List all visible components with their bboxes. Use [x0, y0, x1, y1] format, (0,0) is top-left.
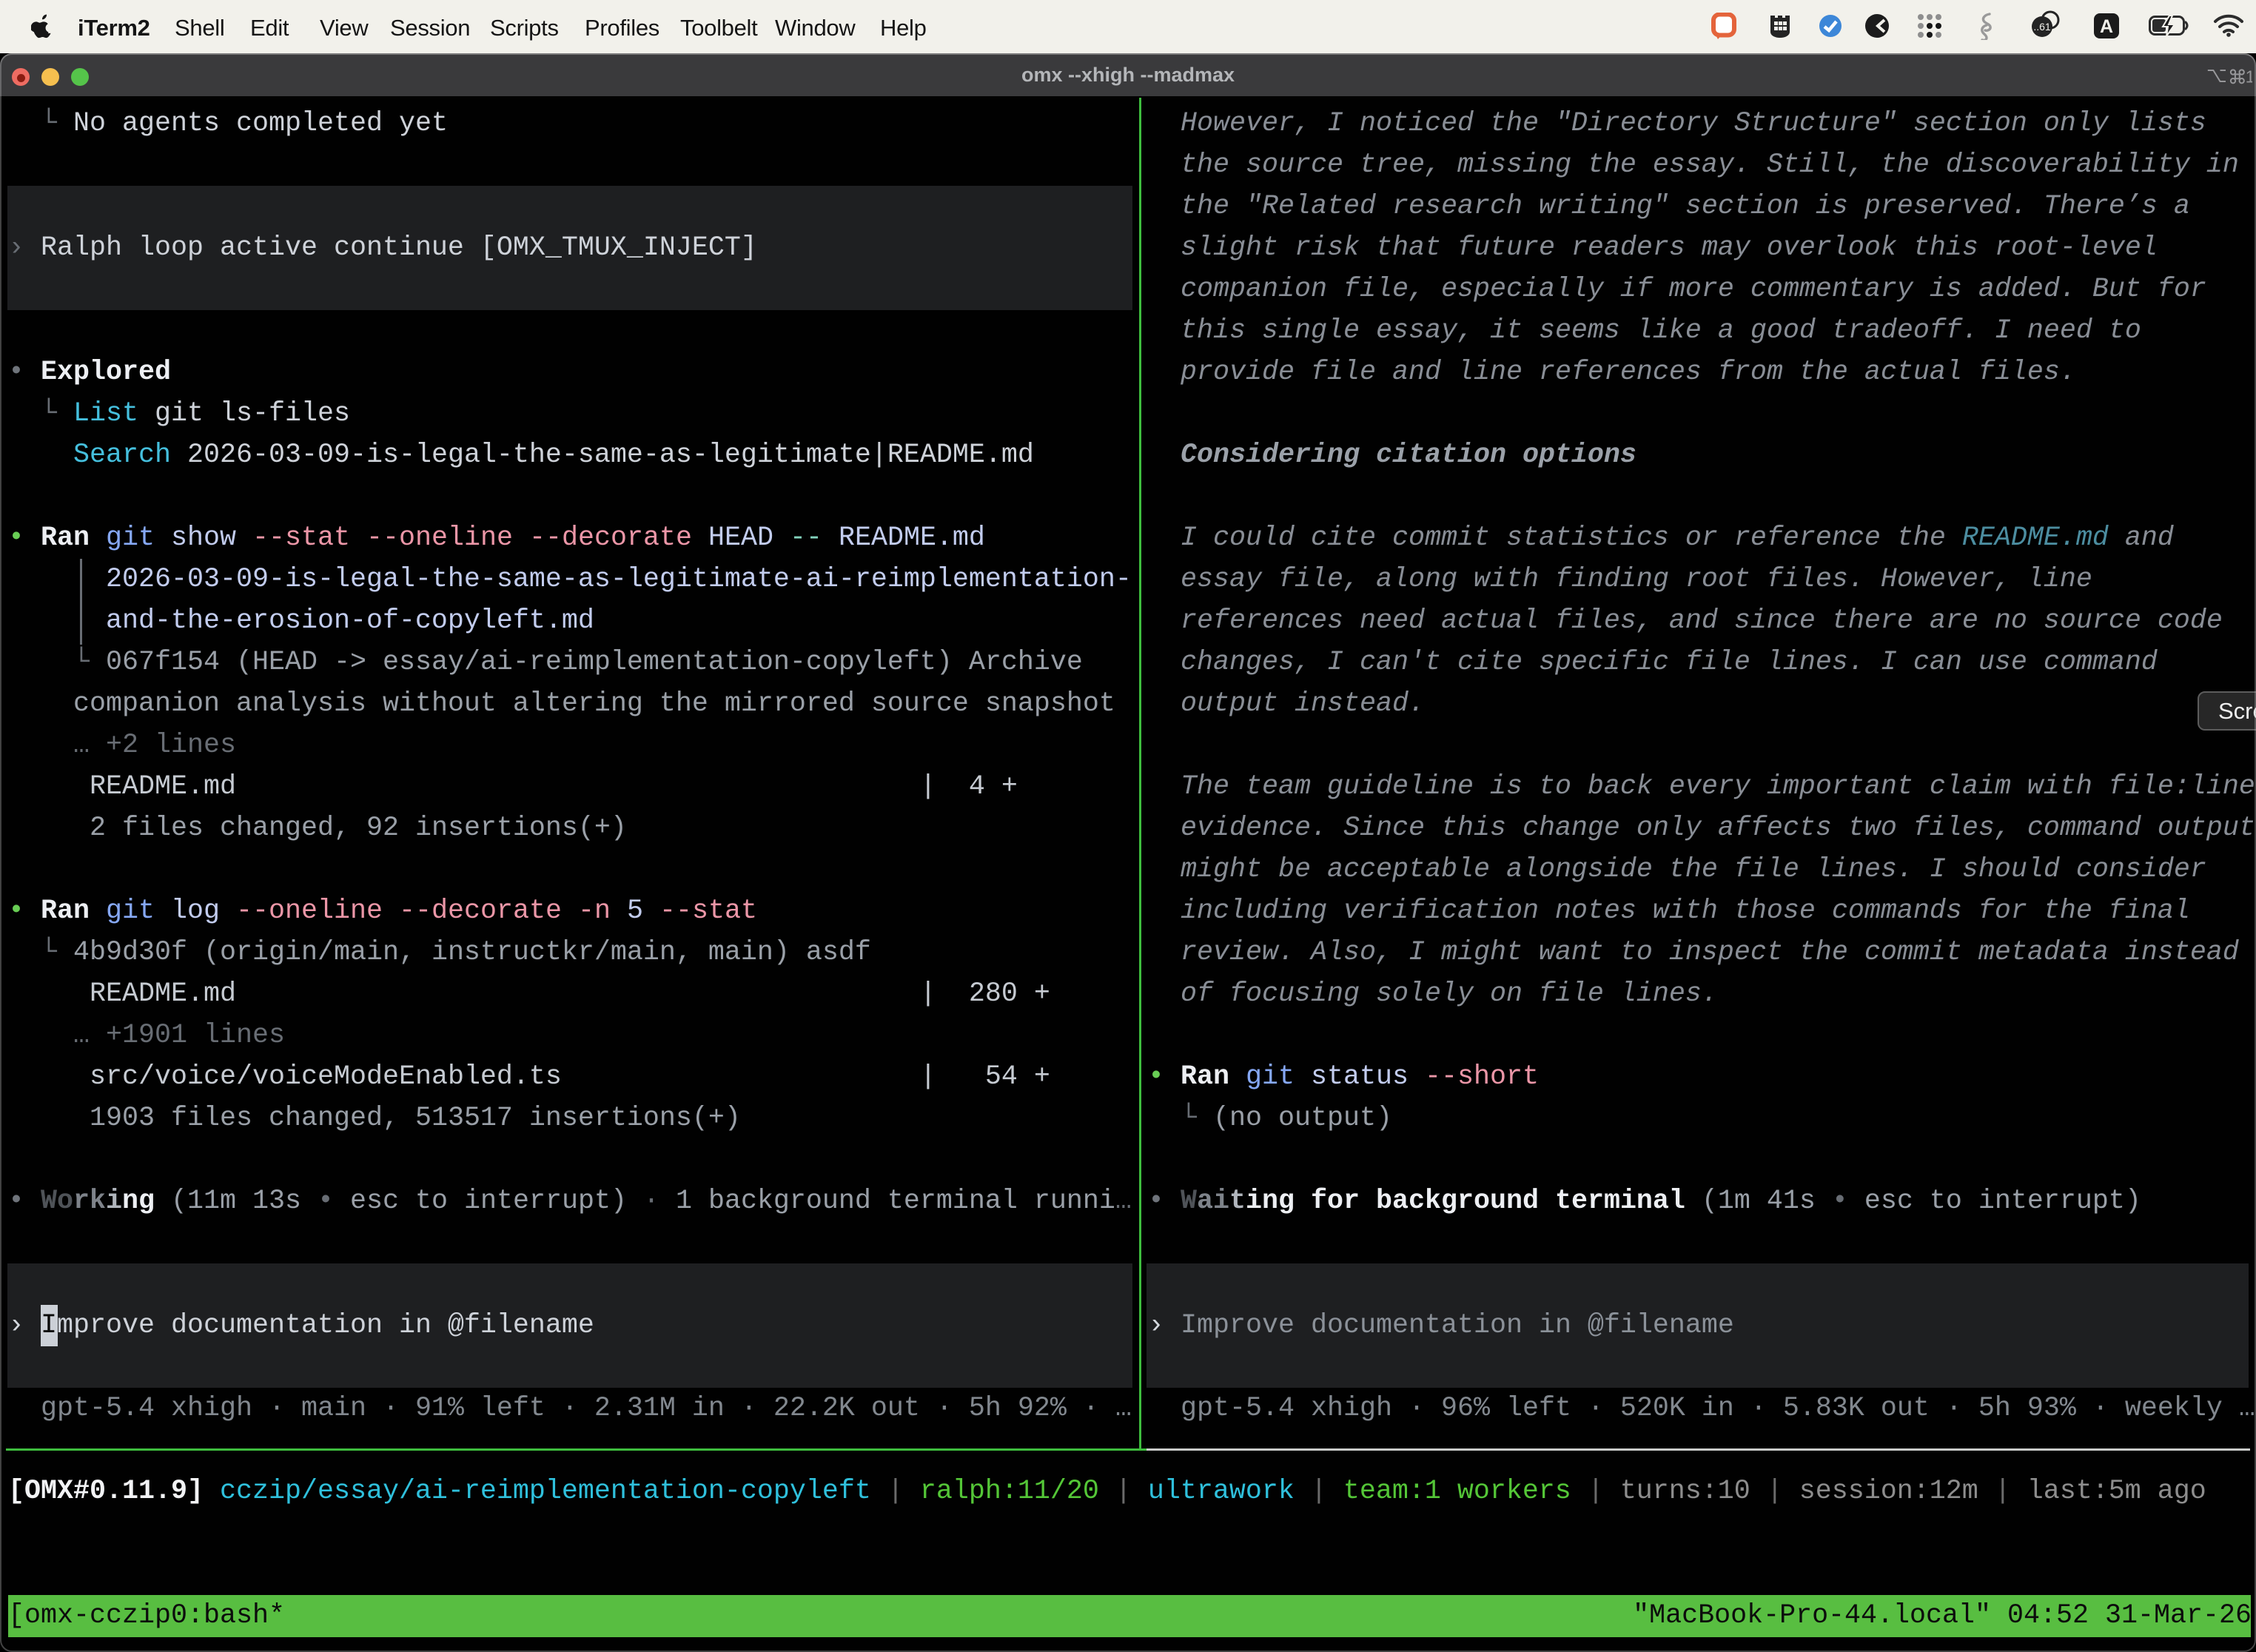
svg-text:1: 1 — [2246, 67, 2252, 85]
svg-text:..61: ..61 — [2033, 21, 2051, 33]
svg-text:A: A — [2100, 16, 2113, 37]
